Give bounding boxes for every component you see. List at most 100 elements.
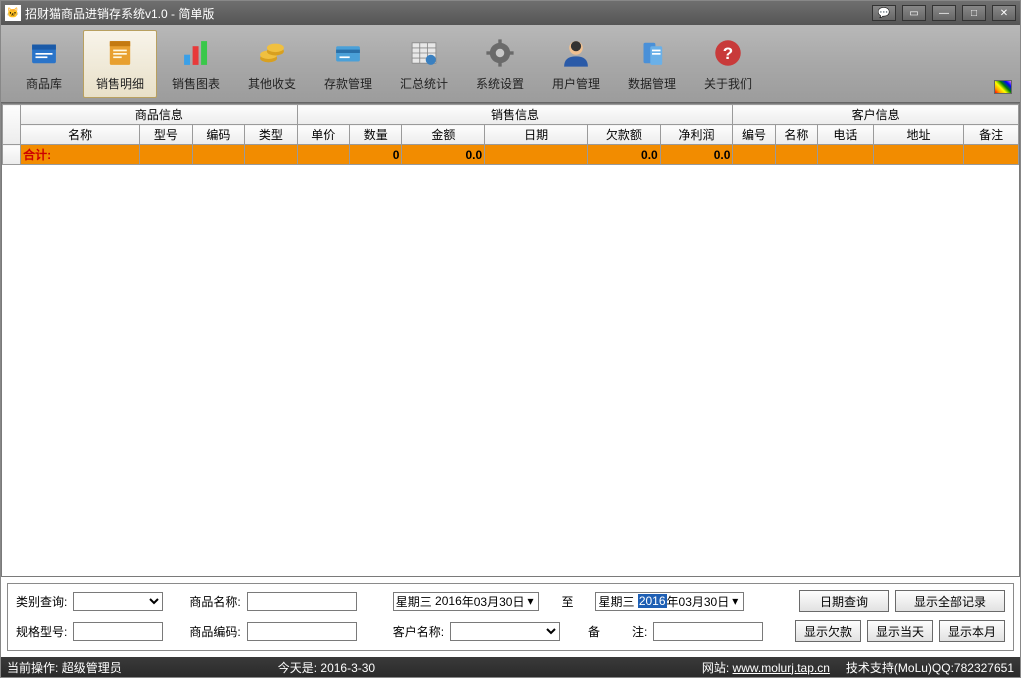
- col-remark[interactable]: 备注: [964, 125, 1019, 145]
- help-icon: ?: [708, 35, 748, 71]
- date-to-picker[interactable]: 星期三 2016 年03月30日 ▾: [595, 592, 744, 611]
- spreadsheet-icon: [404, 35, 444, 71]
- toolbar-label: 系统设置: [476, 75, 524, 92]
- chevron-down-icon[interactable]: ▾: [524, 594, 536, 608]
- col-model[interactable]: 型号: [140, 125, 192, 145]
- status-bar: 当前操作: 超级管理员 今天是: 2016-3-30 网站: www.molur…: [1, 657, 1020, 677]
- toolbar-label: 商品库: [26, 75, 62, 92]
- toolbar-sales-chart[interactable]: 销售图表: [159, 30, 233, 98]
- toolbar-product-store[interactable]: 商品库: [7, 30, 81, 98]
- col-name[interactable]: 名称: [21, 125, 140, 145]
- col-debt[interactable]: 欠款额: [588, 125, 661, 145]
- maximize-button[interactable]: □: [962, 5, 986, 21]
- col-cust-code[interactable]: 编号: [733, 125, 775, 145]
- database-icon: [632, 35, 672, 71]
- remark-label-2: 注:: [632, 623, 647, 640]
- site-link[interactable]: www.molurj.tap.cn: [733, 661, 830, 675]
- col-amount[interactable]: 金额: [402, 125, 485, 145]
- col-qty[interactable]: 数量: [350, 125, 402, 145]
- col-type[interactable]: 类型: [245, 125, 297, 145]
- total-qty: 0: [350, 145, 402, 165]
- show-month-button[interactable]: 显示本月: [939, 620, 1005, 642]
- toolbar-label: 关于我们: [704, 75, 752, 92]
- product-code-input[interactable]: [247, 622, 357, 641]
- toolbar-user-mgmt[interactable]: 用户管理: [539, 30, 613, 98]
- close-button[interactable]: ✕: [992, 5, 1016, 21]
- date-from-suffix: 年03月30日: [462, 593, 525, 610]
- window-controls: 💬 ▭ — □ ✕: [872, 5, 1016, 21]
- toolbar-data-mgmt[interactable]: 数据管理: [615, 30, 689, 98]
- toolbar-system-settings[interactable]: 系统设置: [463, 30, 537, 98]
- date-query-button[interactable]: 日期查询: [799, 590, 889, 612]
- date-to-year: 2016: [638, 594, 667, 608]
- toolbar-label: 汇总统计: [400, 75, 448, 92]
- customer-label: 客户名称:: [393, 623, 444, 640]
- notebook-icon: [100, 35, 140, 71]
- user-icon: [556, 35, 596, 71]
- coins-icon: [252, 35, 292, 71]
- show-debt-button[interactable]: 显示欠款: [795, 620, 861, 642]
- date-to-weekday: 星期三: [598, 593, 634, 610]
- bar-chart-icon: [176, 35, 216, 71]
- model-input[interactable]: [73, 622, 163, 641]
- site-label: 网站:: [702, 661, 729, 675]
- to-label: 至: [561, 593, 573, 610]
- col-addr[interactable]: 地址: [873, 125, 964, 145]
- model-label: 规格型号:: [16, 623, 67, 640]
- col-code[interactable]: 编码: [192, 125, 244, 145]
- show-today-button[interactable]: 显示当天: [867, 620, 933, 642]
- toolbar-about-us[interactable]: ? 关于我们: [691, 30, 765, 98]
- toolbar-other-income[interactable]: 其他收支: [235, 30, 309, 98]
- remark-input[interactable]: [653, 622, 763, 641]
- operator-value: 超级管理员: [62, 661, 122, 675]
- total-profit: 0.0: [660, 145, 733, 165]
- today-value: 2016-3-30: [320, 661, 375, 675]
- customer-select[interactable]: [450, 622, 560, 641]
- today-label: 今天是:: [278, 661, 317, 675]
- toolbar-label: 其他收支: [248, 75, 296, 92]
- group-header-product: 商品信息: [21, 105, 297, 125]
- toolbar-label: 数据管理: [628, 75, 676, 92]
- total-debt: 0.0: [588, 145, 661, 165]
- color-picker-button[interactable]: [994, 80, 1012, 94]
- toolbar-summary-stats[interactable]: 汇总统计: [387, 30, 461, 98]
- data-grid[interactable]: 商品信息 销售信息 客户信息 名称 型号 编码 类型 单价 数量 金额 日期 欠…: [2, 104, 1019, 165]
- app-icon: 🐱: [5, 5, 21, 21]
- toolbar-sales-detail[interactable]: 销售明细: [83, 30, 157, 98]
- toolbar-label: 用户管理: [552, 75, 600, 92]
- date-from-picker[interactable]: 星期三 2016 年03月30日 ▾: [393, 592, 540, 611]
- box-icon: [24, 35, 64, 71]
- app-window: 🐱 招财猫商品进销存系统v1.0 - 简单版 💬 ▭ — □ ✕ 商品库 销售明…: [0, 0, 1021, 678]
- chevron-down-icon[interactable]: ▾: [729, 594, 741, 608]
- row-header: [3, 145, 21, 165]
- col-date[interactable]: 日期: [485, 125, 588, 145]
- product-code-label: 商品编码:: [189, 623, 240, 640]
- category-label: 类别查询:: [16, 593, 67, 610]
- product-name-label: 商品名称:: [189, 593, 240, 610]
- col-profit[interactable]: 净利润: [660, 125, 733, 145]
- operator-label: 当前操作:: [7, 661, 58, 675]
- feedback-icon[interactable]: 💬: [872, 5, 896, 21]
- col-phone[interactable]: 电话: [818, 125, 873, 145]
- gear-icon: [480, 35, 520, 71]
- group-header-customer: 客户信息: [733, 105, 1019, 125]
- col-cust-name[interactable]: 名称: [775, 125, 817, 145]
- card-icon: [328, 35, 368, 71]
- minimize-button[interactable]: —: [932, 5, 956, 21]
- tray-icon[interactable]: ▭: [902, 5, 926, 21]
- category-select[interactable]: [73, 592, 163, 611]
- data-grid-area: 商品信息 销售信息 客户信息 名称 型号 编码 类型 单价 数量 金额 日期 欠…: [1, 103, 1020, 577]
- total-row: 合计: 0 0.0 0.0 0.0: [3, 145, 1019, 165]
- toolbar-label: 销售明细: [96, 75, 144, 92]
- col-price[interactable]: 单价: [297, 125, 349, 145]
- total-label: 合计:: [21, 145, 140, 165]
- show-all-button[interactable]: 显示全部记录: [895, 590, 1005, 612]
- date-to-suffix: 年03月30日: [667, 593, 730, 610]
- svg-text:?: ?: [723, 44, 733, 63]
- main-toolbar: 商品库 销售明细 销售图表 其他收支 存款管理 汇总统计 系统设置 用户管理: [1, 25, 1020, 103]
- toolbar-label: 销售图表: [172, 75, 220, 92]
- toolbar-deposit-mgmt[interactable]: 存款管理: [311, 30, 385, 98]
- toolbar-label: 存款管理: [324, 75, 372, 92]
- product-name-input[interactable]: [247, 592, 357, 611]
- total-amount: 0.0: [402, 145, 485, 165]
